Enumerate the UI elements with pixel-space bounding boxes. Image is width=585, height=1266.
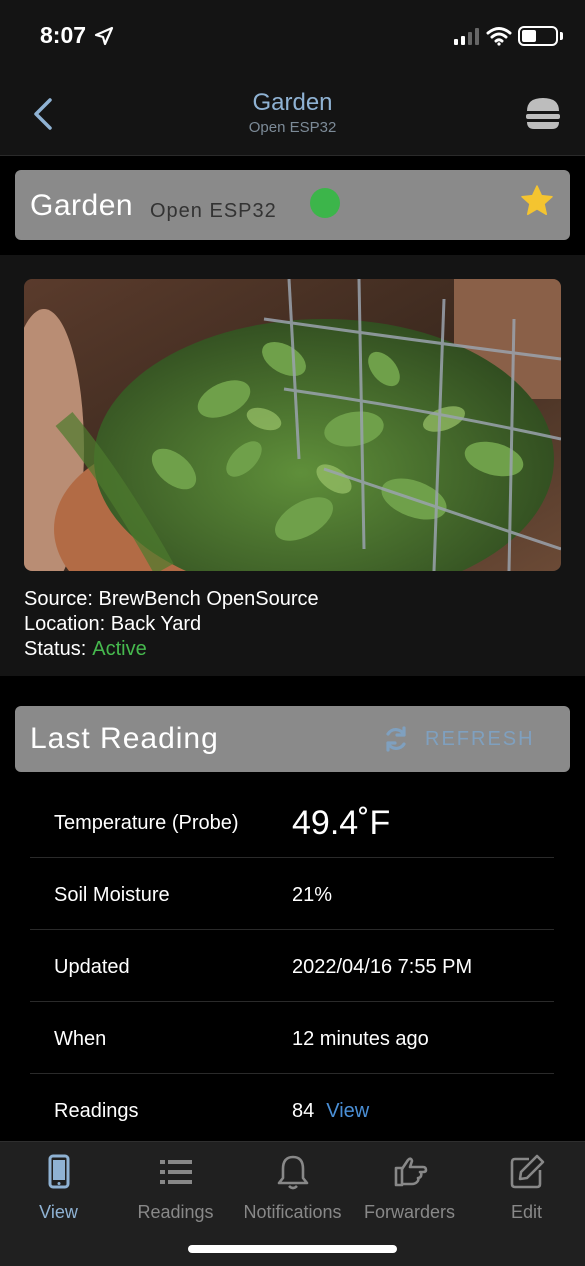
reading-value: 2022/04/16 7:55 PM [292, 956, 473, 978]
reading-row-readings: Readings 84 View [30, 1074, 554, 1146]
tab-label: Readings [137, 1202, 214, 1222]
status-bar: 8:07 [0, 0, 585, 74]
page-title: Garden [252, 89, 333, 116]
battery-icon [518, 26, 558, 46]
location-line: Location: Back Yard [24, 612, 319, 637]
tab-readings[interactable]: Readings [117, 1150, 234, 1222]
page-subtitle: Open ESP32 [248, 119, 337, 136]
reading-value: 21% [292, 884, 333, 906]
status-value: Active [92, 638, 147, 660]
burger-menu-icon[interactable] [524, 96, 562, 132]
reading-value: 12 minutes ago [292, 1028, 429, 1050]
home-indicator[interactable] [188, 1245, 397, 1253]
view-readings-link[interactable]: View [326, 1100, 369, 1122]
reading-value-group: 84 View [292, 1100, 369, 1123]
favorite-star-icon[interactable] [520, 184, 554, 218]
navigation-bar: Garden Open ESP32 [0, 74, 585, 156]
reading-label: Updated [54, 956, 130, 978]
list-icon [159, 1160, 192, 1184]
source-line: Source: BrewBench OpenSource [24, 587, 319, 612]
location-label: Location: [24, 613, 106, 635]
tab-label: Forwarders [363, 1202, 456, 1222]
device-info-panel: Source: BrewBench OpenSource Location: B… [0, 255, 585, 676]
tab-view[interactable]: View [0, 1150, 117, 1222]
hand-point-icon [394, 1157, 427, 1187]
location-arrow-icon [94, 26, 114, 46]
reading-label: Temperature (Probe) [54, 812, 239, 834]
tab-edit[interactable]: Edit [468, 1150, 585, 1222]
tab-notifications[interactable]: Notifications [234, 1150, 351, 1222]
last-reading-title: Last Reading [30, 722, 219, 755]
location-value: Back Yard [110, 613, 202, 635]
source-value: BrewBench OpenSource [98, 588, 319, 610]
online-status-dot [310, 188, 340, 218]
status-line: Status: Active [24, 637, 319, 662]
device-type: Open ESP32 [150, 200, 277, 222]
reading-row-when: When 12 minutes ago [30, 1002, 554, 1074]
reading-list: Temperature (Probe) 49.4˚F Soil Moisture… [30, 786, 554, 1146]
battery-tip [560, 32, 563, 40]
device-name: Garden [30, 189, 134, 222]
cellular-signal-icon [454, 28, 479, 45]
device-header: Garden Open ESP32 [15, 170, 570, 240]
refresh-label: REFRESH [425, 727, 535, 750]
wifi-icon [486, 27, 512, 46]
phone-icon [48, 1154, 69, 1189]
reading-count: 84 [292, 1100, 315, 1122]
reading-label: Readings [54, 1100, 139, 1122]
tab-label: Edit [510, 1202, 543, 1222]
reading-row-temperature: Temperature (Probe) 49.4˚F [30, 786, 554, 858]
tab-label: Notifications [243, 1202, 342, 1222]
device-photo [24, 279, 561, 571]
device-info-lines: Source: BrewBench OpenSource Location: B… [24, 587, 319, 662]
reading-label: Soil Moisture [54, 884, 170, 906]
edit-icon [510, 1154, 544, 1189]
refresh-icon [386, 726, 406, 752]
last-reading-header: Last Reading REFRESH [15, 706, 570, 772]
status-time: 8:07 [40, 22, 87, 48]
bell-icon [277, 1155, 308, 1190]
tab-forwarders[interactable]: Forwarders [351, 1150, 468, 1222]
reading-row-soil-moisture: Soil Moisture 21% [30, 858, 554, 930]
reading-label: When [54, 1028, 107, 1050]
reading-value: 49.4˚F [292, 804, 391, 842]
reading-row-updated: Updated 2022/04/16 7:55 PM [30, 930, 554, 1002]
status-label: Status: [24, 638, 87, 660]
tab-label: View [39, 1202, 78, 1222]
refresh-button[interactable]: REFRESH [383, 724, 535, 754]
source-label: Source: [24, 588, 93, 610]
